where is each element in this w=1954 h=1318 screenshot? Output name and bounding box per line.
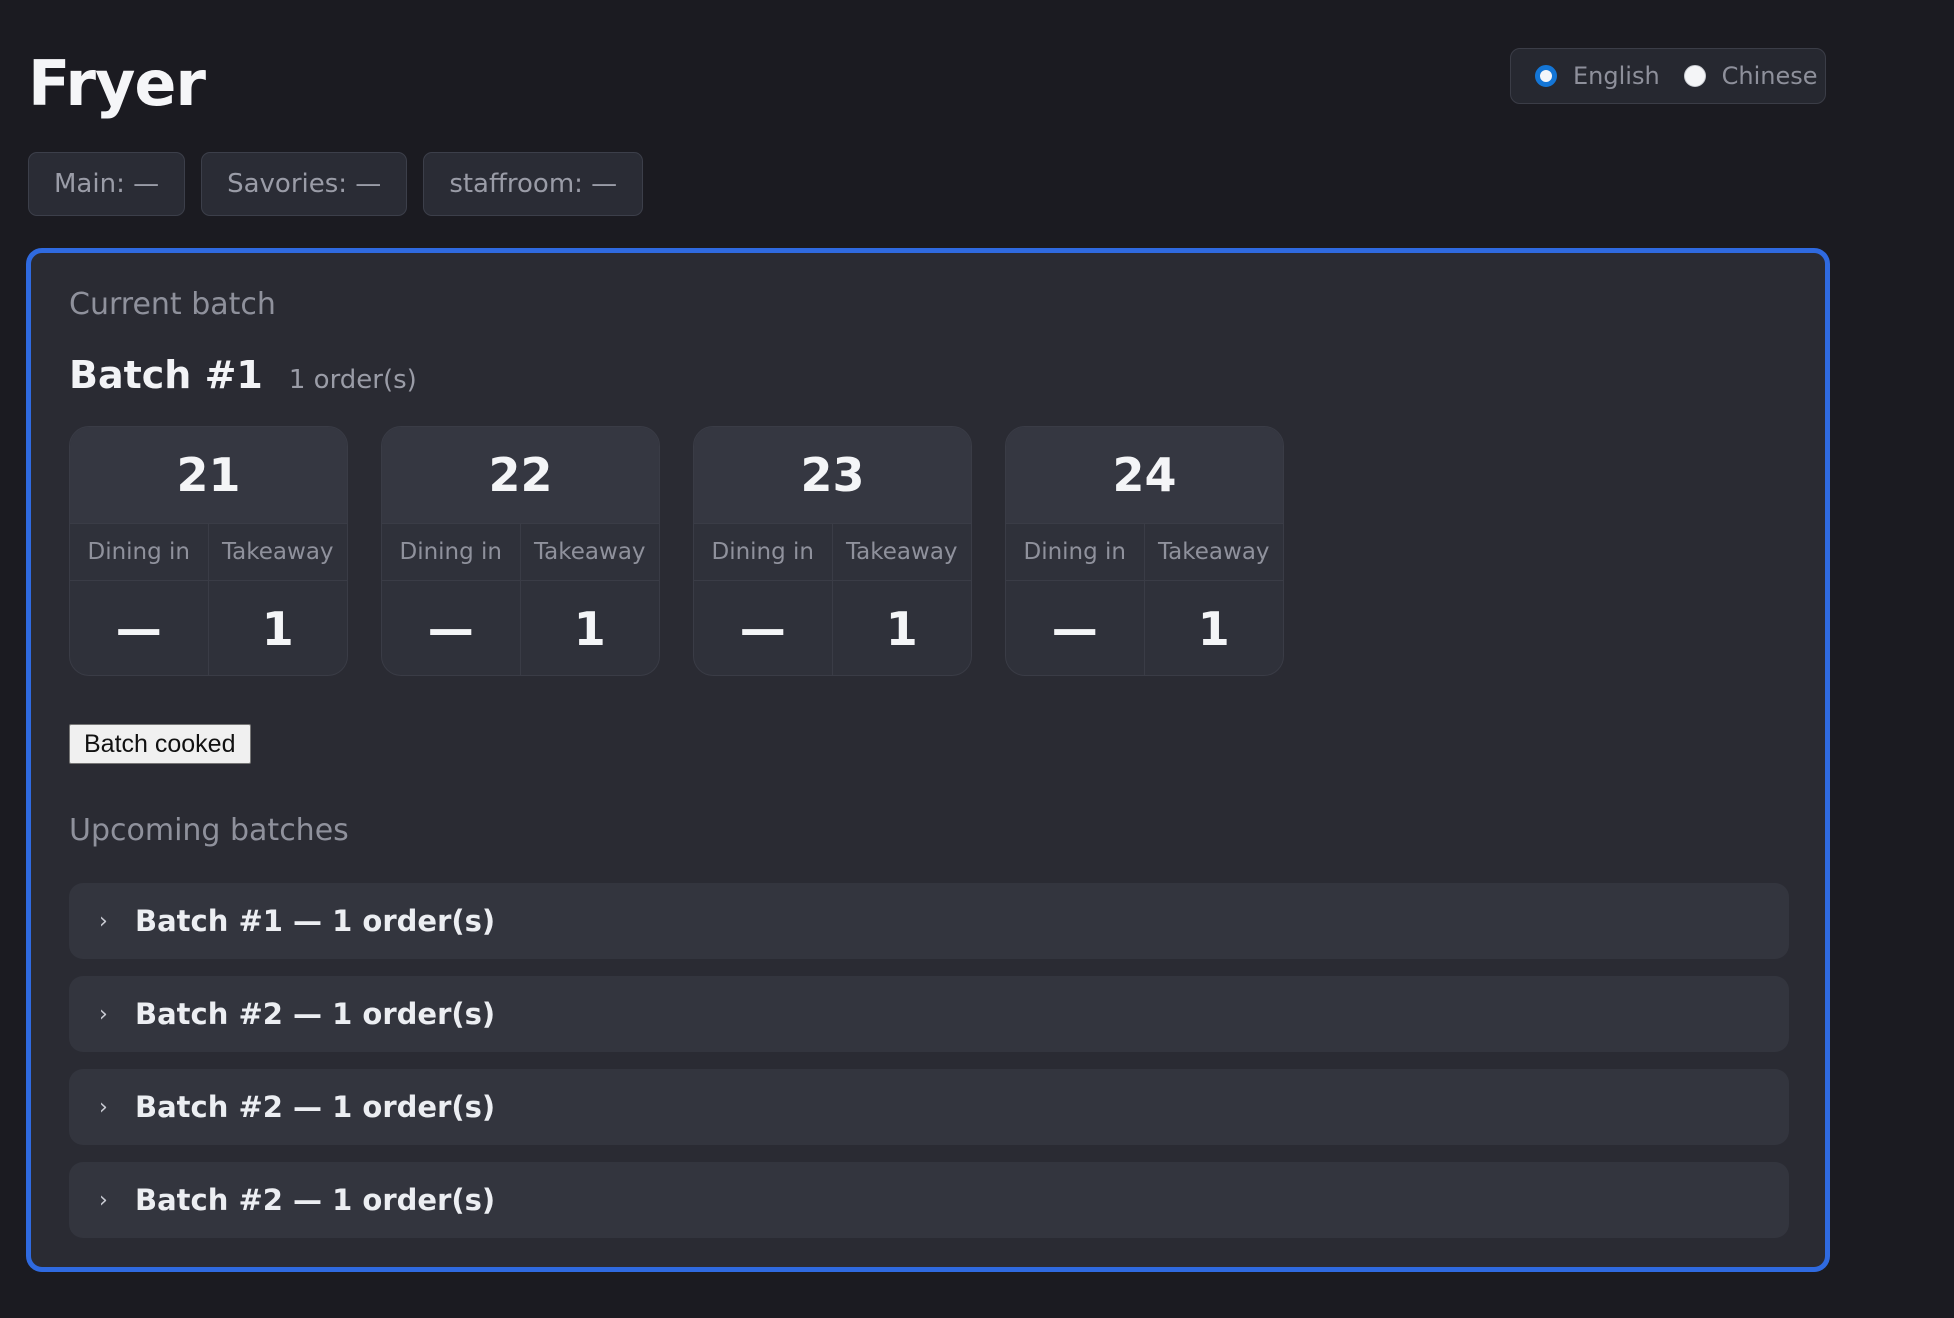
chevron-right-icon: › [99,1094,108,1120]
dining-in-count: — [1006,581,1145,675]
upcoming-batch-label: Batch #2 — 1 order(s) [135,1183,496,1217]
dining-in-count: — [382,581,521,675]
batch-order-count: 1 order(s) [288,365,417,395]
order-card: 24 Dining in Takeaway — 1 [1005,426,1284,676]
language-switcher: English Chinese [1510,48,1826,104]
fryer-page: Fryer English Chinese Main: — Savories: … [0,0,1954,1318]
upcoming-batch-label: Batch #2 — 1 order(s) [135,1090,496,1124]
station-chip-savories[interactable]: Savories: — [201,152,408,216]
upcoming-batch-item[interactable]: › Batch #2 — 1 order(s) [69,1069,1789,1145]
language-label-english: English [1573,62,1660,90]
takeaway-header: Takeaway [208,523,347,581]
takeaway-header: Takeaway [1144,523,1283,581]
chevron-right-icon: › [99,908,108,934]
takeaway-header: Takeaway [520,523,659,581]
radio-english[interactable] [1535,65,1557,87]
station-chips: Main: — Savories: — staffroom: — [28,152,644,216]
dining-in-count: — [70,581,209,675]
dining-in-header: Dining in [694,523,833,581]
radio-chinese[interactable] [1683,65,1706,87]
dining-in-header: Dining in [382,523,521,581]
dining-in-header: Dining in [1006,523,1145,581]
takeaway-count: 1 [885,602,918,656]
language-option-chinese[interactable]: Chinese [1683,62,1818,90]
order-number: 23 [694,427,971,523]
upcoming-batch-list: › Batch #1 — 1 order(s) › Batch #2 — 1 o… [69,883,1789,1238]
takeaway-count: 1 [1197,602,1230,656]
batch-heading: Batch #1 1 order(s) [69,353,417,397]
station-chip-staffroom[interactable]: staffroom: — [423,152,644,216]
page-title: Fryer [28,47,206,120]
upcoming-batch-label: Batch #2 — 1 order(s) [135,997,496,1031]
order-cards: 21 Dining in Takeaway — 1 22 Dining in T… [69,426,1284,676]
batch-title: Batch #1 [69,353,263,397]
current-batch-label: Current batch [69,287,276,322]
station-chip-main[interactable]: Main: — [28,152,186,216]
upcoming-batches-label: Upcoming batches [69,813,349,848]
order-card: 21 Dining in Takeaway — 1 [69,426,348,676]
chevron-right-icon: › [99,1001,108,1027]
order-number: 24 [1006,427,1283,523]
dining-in-header: Dining in [70,523,209,581]
dining-in-count: — [694,581,833,675]
upcoming-batch-item[interactable]: › Batch #2 — 1 order(s) [69,1162,1789,1238]
order-card: 23 Dining in Takeaway — 1 [693,426,972,676]
chevron-right-icon: › [99,1187,108,1213]
language-label-chinese: Chinese [1721,62,1818,90]
takeaway-count: 1 [573,602,606,656]
batch-panel: Current batch Batch #1 1 order(s) 21 Din… [26,248,1830,1272]
batch-cooked-button[interactable]: Batch cooked [69,724,251,764]
language-option-english[interactable]: English [1535,62,1660,90]
upcoming-batch-item[interactable]: › Batch #2 — 1 order(s) [69,976,1789,1052]
upcoming-batch-item[interactable]: › Batch #1 — 1 order(s) [69,883,1789,959]
order-number: 22 [382,427,659,523]
takeaway-header: Takeaway [832,523,971,581]
takeaway-count: 1 [261,602,294,656]
order-number: 21 [70,427,347,523]
upcoming-batch-label: Batch #1 — 1 order(s) [135,904,496,938]
order-card: 22 Dining in Takeaway — 1 [381,426,660,676]
